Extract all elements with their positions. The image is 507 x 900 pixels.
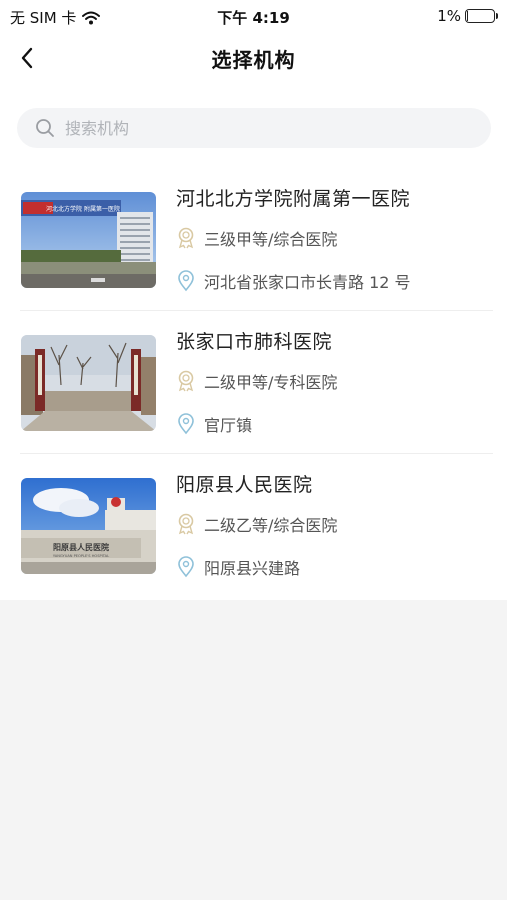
institution-name: 阳原县人民医院 (176, 474, 313, 496)
clock: 下午 4:19 (217, 9, 290, 27)
photo-sign-text: YANGYUAN PEOPLE'S HOSPITAL (53, 554, 109, 558)
list-item[interactable]: 河北北方学院 附属第一医院 河北北方学院附属第一医院 三级甲等/综合医院 河北省… (0, 168, 507, 311)
search-bar[interactable] (17, 108, 491, 148)
institution-address: 河北省张家口市长青路 12 号 (204, 273, 411, 292)
search-icon (36, 119, 54, 137)
institution-address: 官厅镇 (204, 416, 253, 435)
hospital-photo: 河北北方学院 附属第一医院 (21, 192, 156, 288)
institution-address: 阳原县兴建路 (204, 559, 301, 578)
nav-bar: 选择机构 (0, 34, 507, 82)
location-pin-icon (178, 556, 194, 578)
institution-list: 河北北方学院 附属第一医院 河北北方学院附属第一医院 三级甲等/综合医院 河北省… (0, 168, 507, 597)
search-input[interactable] (65, 118, 445, 138)
photo-sign-text: 河北北方学院 附属第一医院 (46, 205, 120, 213)
institution-level: 三级甲等/综合医院 (204, 230, 338, 249)
battery-percent: 1% (437, 7, 461, 25)
medal-icon (178, 227, 194, 249)
location-pin-icon (178, 413, 194, 435)
battery-icon (465, 9, 498, 23)
battery-fill (467, 11, 468, 21)
status-bar: 无 SIM 卡 下午 4:19 1% (0, 0, 507, 34)
photo-sign-text: 阳原县人民医院 (53, 542, 109, 552)
content-area: 无 SIM 卡 下午 4:19 1% 选择机构 搜索机构 河北北方学院 附属第一… (0, 0, 507, 600)
institution-level: 二级甲等/专科医院 (204, 373, 338, 392)
location-pin-icon (178, 270, 194, 292)
medal-icon (178, 370, 194, 392)
list-item[interactable]: 张家口市肺科医院 二级甲等/专科医院 官厅镇 (0, 311, 507, 454)
institution-level: 二级乙等/综合医院 (204, 516, 338, 535)
medal-icon (178, 513, 194, 535)
institution-name: 河北北方学院附属第一医院 (176, 188, 411, 210)
page-title: 选择机构 (211, 48, 296, 72)
hospital-photo: 阳原县人民医院 YANGYUAN PEOPLE'S HOSPITAL (21, 478, 156, 574)
hospital-photo (21, 335, 156, 431)
institution-name: 张家口市肺科医院 (176, 331, 333, 353)
list-item[interactable]: 阳原县人民医院 YANGYUAN PEOPLE'S HOSPITAL 阳原县人民… (0, 454, 507, 597)
